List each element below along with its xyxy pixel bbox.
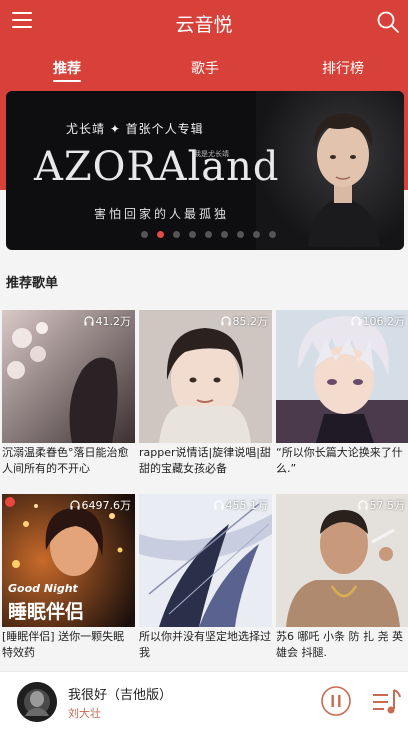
playlist-cover [276,310,408,443]
tab-charts[interactable]: 排行榜 [322,58,364,78]
search-icon[interactable] [376,10,400,34]
active-tab-indicator [53,80,81,82]
headphone-icon [350,316,361,326]
playlist-title: 沉溺温柔眷色°落日能治愈人间所有的不开心 [2,446,129,475]
tab-recommend[interactable]: 推荐 [53,58,81,78]
tab-singers[interactable]: 歌手 [191,58,219,78]
app-title: 云音悦 [175,14,233,36]
playlist-title: “所以你长篇大论换来了什么.” [276,446,403,475]
playlist-queue-icon[interactable] [370,685,402,717]
pause-icon[interactable] [320,685,352,717]
play-count: 6497.6万 [69,497,131,513]
playlist-title: [睡眠伴侣] 送你一颗失眠特效药 [2,630,125,659]
carousel-dot[interactable] [189,231,196,238]
artist-portrait [308,113,380,247]
carousel-dot[interactable] [221,231,228,238]
playlist-cover [139,494,272,627]
playlist-title: 苏6 哪吒 小条 防 扎 尧 英雄会 抖腿. [276,630,403,659]
playlist-cover [2,310,135,443]
carousel-dot[interactable] [173,231,180,238]
play-count: 57.5万 [357,497,405,513]
headphone-icon [357,500,368,510]
headphone-icon [69,500,80,510]
playlist-title: rapper说情话|旋律说唱|甜甜的宝藏女孩必备 [139,446,271,475]
carousel-dot[interactable] [269,231,276,238]
banner-headline: AZORAland [34,144,280,190]
cover-overlay-small: Good Night [8,582,78,595]
play-count: 41.2万 [83,313,131,329]
playlist-cover [276,494,408,627]
banner-subtitle: 尤长靖 ✦ 首张个人专辑 [66,122,204,136]
playlist-title: 所以你并没有坚定地选择过我 [139,630,271,659]
playlist-cover [139,310,272,443]
headphone-icon [220,316,231,326]
section-title: 推荐歌单 [6,276,59,291]
top-bar: 云音悦 [0,0,408,46]
play-count: 85.2万 [220,313,268,329]
play-count: 106.2万 [350,313,405,329]
cover-overlay-big: 睡眠伴侣 [8,601,85,623]
headphone-icon [213,500,224,510]
banner-caption: 害怕回家的人最孤独 [94,207,230,221]
tab-bar: 推荐 歌手 排行榜 [0,58,408,84]
carousel-dot[interactable] [141,231,148,238]
carousel-dot[interactable] [157,231,164,238]
play-count: 455.1万 [213,497,268,513]
headphone-icon [83,316,94,326]
banner-tag: 我是尤长靖 [194,150,229,158]
playlist-cover: Good Night 睡眠伴侣 [2,494,135,627]
promo-banner[interactable]: 尤长靖 ✦ 首张个人专辑 AZORAland 我是尤长靖 害怕回家的人最孤独 [6,91,404,250]
mini-player[interactable]: 我很好（吉他版） 刘大壮 [0,671,408,733]
song-artist: 刘大壮 [68,707,101,720]
song-title: 我很好（吉他版） [68,688,173,703]
carousel-dot[interactable] [253,231,260,238]
album-art[interactable] [17,682,57,722]
carousel-dot[interactable] [205,231,212,238]
carousel-dot[interactable] [237,231,244,238]
